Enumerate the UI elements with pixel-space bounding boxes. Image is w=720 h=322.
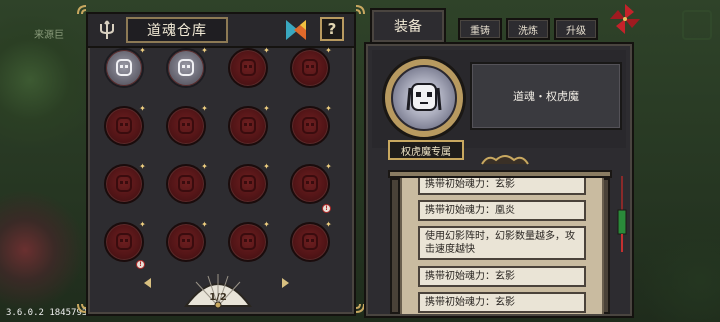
- star-icon: ✦: [325, 220, 332, 229]
- star-icon: ✦: [325, 162, 332, 171]
- star-icon: ✦: [263, 46, 270, 55]
- soul-mask-icon: [240, 59, 256, 76]
- soul-mask-icon: [240, 117, 256, 134]
- equip-panel: 道魂・权虎魔 权虎魔专属 携带初始魂力：玄影 携带初始魂力：凰炎 使用幻影阵时，…: [364, 42, 634, 318]
- soul-mask-icon: [116, 175, 132, 192]
- soul-mask-icon: [240, 233, 256, 250]
- star-icon: ✦: [325, 104, 332, 113]
- next-page-arrow-icon[interactable]: [282, 278, 289, 288]
- soul-mask-icon: [240, 175, 256, 192]
- star-icon: ✦: [139, 220, 146, 229]
- soul-mask-icon: [116, 59, 132, 76]
- storage-title: 道魂仓库: [126, 17, 228, 43]
- soul-mask-icon: [178, 233, 194, 250]
- star-icon: ✦: [263, 104, 270, 113]
- menu-icon[interactable]: [682, 10, 712, 40]
- soul-mask-icon: [302, 59, 318, 76]
- effect-row: 携带初始魂力：凰炎: [418, 200, 586, 221]
- item-portrait[interactable]: [382, 56, 466, 140]
- jade-pendant-icon: [617, 176, 627, 252]
- star-icon: ✦: [201, 104, 208, 113]
- effect-row: 使用幻影阵时，幻影数量越多，攻击速度越快: [418, 226, 586, 260]
- page-indicator: 1/2: [182, 270, 254, 310]
- scroll-top-bar: [388, 170, 612, 178]
- page-label: 1/2: [209, 292, 227, 303]
- exclusive-badge: 权虎魔专属: [388, 140, 464, 160]
- tab-upgrade[interactable]: 升级: [554, 18, 598, 40]
- soul-mask-icon: [302, 117, 318, 134]
- storage-header: 道魂仓库 ?: [88, 14, 354, 48]
- soul-mask-icon: [116, 233, 132, 250]
- star-icon: ✦: [139, 162, 146, 171]
- corner-ornament-icon: [77, 5, 87, 15]
- effect-row: 携带初始魂力：玄影: [418, 292, 586, 313]
- world-label: 来源巨: [34, 30, 64, 41]
- help-button[interactable]: ?: [320, 17, 344, 41]
- item-header: 道魂・权虎魔: [372, 50, 626, 148]
- trident-icon: [100, 20, 114, 39]
- corner-ornament-icon: [77, 303, 87, 313]
- effect-row: 携带初始魂力：玄影: [418, 266, 586, 287]
- star-icon: ✦: [139, 46, 146, 55]
- pinwheel-icon[interactable]: [608, 2, 642, 36]
- effect-row: 携带初始魂力：玄影: [418, 178, 586, 195]
- star-icon: ✦: [201, 162, 208, 171]
- notification-dot-icon: !: [136, 260, 145, 269]
- prev-page-arrow-icon[interactable]: [144, 278, 151, 288]
- sort-icon[interactable]: [284, 18, 308, 42]
- scroll-ornament-icon: [481, 155, 529, 165]
- soul-mask-icon: [406, 83, 442, 111]
- notification-dot-icon: !: [322, 204, 331, 213]
- effects-scroll[interactable]: 携带初始魂力：玄影 携带初始魂力：凰炎 使用幻影阵时，幻影数量越多，攻击速度越快…: [400, 178, 604, 314]
- scroll-left-roller: [390, 178, 400, 314]
- soul-mask-icon: [178, 59, 194, 76]
- star-icon: ✦: [325, 46, 332, 55]
- soul-mask-icon: [302, 233, 318, 250]
- star-icon: ✦: [263, 220, 270, 229]
- star-icon: ✦: [201, 46, 208, 55]
- corner-ornament-icon: [355, 5, 365, 15]
- soul-mask-icon: [302, 175, 318, 192]
- star-icon: ✦: [263, 162, 270, 171]
- tab-equip[interactable]: 装备: [370, 8, 446, 44]
- tab-recast[interactable]: 重铸: [458, 18, 502, 40]
- soul-mask-icon: [178, 175, 194, 192]
- item-name: 道魂・权虎魔: [470, 62, 622, 130]
- soul-mask-icon: [178, 117, 194, 134]
- fan-icon: [184, 274, 252, 309]
- soul-mask-icon: [116, 117, 132, 134]
- star-icon: ✦: [201, 220, 208, 229]
- tab-refine[interactable]: 洗炼: [506, 18, 550, 40]
- star-icon: ✦: [139, 104, 146, 113]
